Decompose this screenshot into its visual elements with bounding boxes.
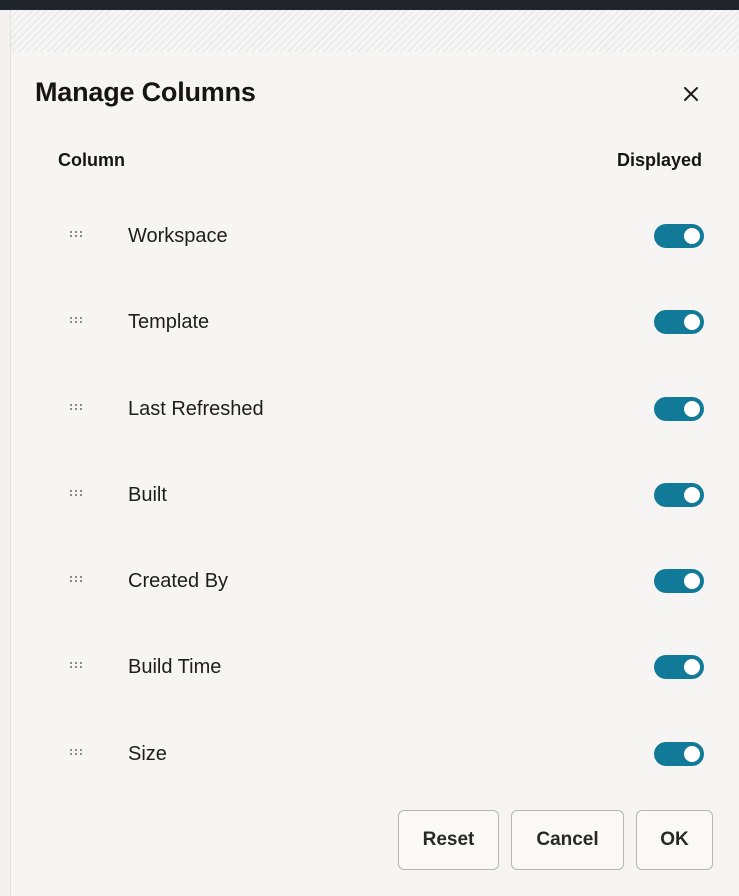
drag-handle-icon[interactable] <box>69 489 83 499</box>
column-label: Template <box>128 311 210 334</box>
drag-handle-icon[interactable] <box>69 748 83 758</box>
column-label: Created By <box>128 570 229 593</box>
toggle-knob <box>684 573 700 590</box>
close-button[interactable] <box>675 78 707 110</box>
dialog-title: Manage Columns <box>35 77 256 107</box>
displayed-toggle[interactable] <box>654 741 704 766</box>
reset-button[interactable]: Reset <box>398 810 499 870</box>
manage-columns-screen: Manage Columns Column Displayed Workspac… <box>0 0 739 896</box>
displayed-toggle[interactable] <box>654 396 704 421</box>
displayed-toggle[interactable] <box>654 569 704 594</box>
column-list: Workspace Template Last Refreshed Built … <box>11 202 739 806</box>
displayed-toggle[interactable] <box>654 310 704 335</box>
column-label: Size <box>128 742 167 765</box>
drag-handle-icon[interactable] <box>69 316 83 326</box>
toggle-knob <box>684 228 700 244</box>
ok-button[interactable]: OK <box>636 810 713 870</box>
column-label: Built <box>128 483 167 506</box>
background-strip <box>10 10 739 52</box>
column-row: Created By <box>11 547 739 633</box>
cancel-button[interactable]: Cancel <box>511 810 624 870</box>
column-header: Column <box>58 150 125 170</box>
toggle-knob <box>684 659 700 676</box>
toggle-knob <box>684 400 700 417</box>
toggle-knob <box>684 745 700 762</box>
displayed-toggle[interactable] <box>654 655 704 680</box>
column-row: Build Time <box>11 633 739 719</box>
column-header-row: Column Displayed <box>11 148 739 172</box>
background-edge <box>0 10 11 896</box>
close-icon <box>684 87 698 101</box>
column-row: Workspace <box>11 202 739 288</box>
dialog-footer: Reset Cancel OK <box>11 810 739 872</box>
displayed-header: Displayed <box>616 150 702 170</box>
toggle-knob <box>684 314 700 331</box>
window-top-border <box>0 0 739 10</box>
column-label: Workspace <box>128 225 228 247</box>
drag-handle-icon[interactable] <box>69 230 83 240</box>
column-row: Size <box>11 720 739 806</box>
column-row: Built <box>11 461 739 547</box>
column-label: Last Refreshed <box>128 397 264 420</box>
column-row: Last Refreshed <box>11 375 739 461</box>
column-label: Build Time <box>128 656 222 679</box>
drag-handle-icon[interactable] <box>69 403 83 413</box>
displayed-toggle[interactable] <box>654 224 704 248</box>
drag-handle-icon[interactable] <box>69 575 83 585</box>
displayed-toggle[interactable] <box>654 482 704 507</box>
manage-columns-dialog: Manage Columns Column Displayed Workspac… <box>11 52 739 896</box>
column-row: Template <box>11 288 739 374</box>
drag-handle-icon[interactable] <box>69 661 83 671</box>
toggle-knob <box>684 486 700 503</box>
